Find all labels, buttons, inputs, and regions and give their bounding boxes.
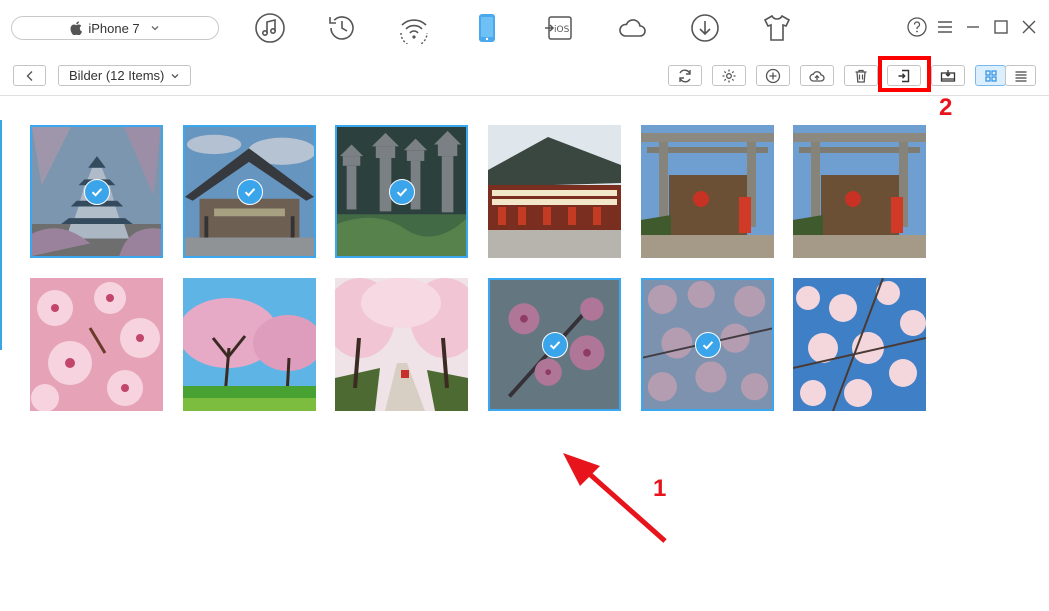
delete-button[interactable]: [844, 65, 878, 86]
menu-icon[interactable]: [935, 17, 955, 37]
settings-button[interactable]: [712, 65, 746, 86]
photo-item[interactable]: [793, 278, 926, 411]
checkmark-icon: [83, 178, 110, 205]
apple-icon: [70, 21, 83, 35]
album-title: Bilder (12 Items): [69, 68, 165, 83]
photo-item[interactable]: [488, 125, 621, 258]
ios-label: iOS: [554, 25, 570, 35]
checkmark-icon: [541, 331, 568, 358]
download-icon[interactable]: [687, 10, 723, 46]
annotation-step-1: 1: [653, 475, 667, 502]
grid-view-icon: [984, 69, 997, 82]
cloud-upload-icon: [809, 70, 825, 82]
settings-icon: [722, 69, 736, 82]
photo-item[interactable]: [641, 278, 774, 411]
window-controls: [907, 17, 1039, 37]
list-view-icon: [1015, 70, 1026, 82]
photo-item[interactable]: [335, 278, 468, 411]
photo-blossom-closeup: [30, 278, 163, 411]
photo-blossom-path: [335, 278, 468, 411]
checkmark-icon: [388, 178, 415, 205]
chevron-down-icon: [151, 26, 159, 31]
checkmark-icon: [236, 178, 263, 205]
photo-item[interactable]: [641, 125, 774, 258]
send-to-device-icon: [940, 69, 956, 82]
cloud-icon[interactable]: [614, 10, 650, 46]
photo-item[interactable]: [30, 278, 163, 411]
refresh-button[interactable]: [668, 65, 702, 86]
chevron-left-icon: [26, 70, 32, 81]
photo-torii: [793, 125, 926, 258]
photo-item[interactable]: [488, 278, 621, 411]
highlight-box: [878, 56, 931, 92]
photo-blossom-trees: [183, 278, 316, 411]
refresh-icon: [679, 69, 691, 82]
cloud-upload-button[interactable]: [800, 65, 834, 86]
history-icon[interactable]: [324, 10, 360, 46]
help-icon[interactable]: [907, 17, 927, 37]
list-view-button[interactable]: [1005, 65, 1036, 86]
minimize-icon[interactable]: [963, 17, 983, 37]
annotation-step-2: 2: [939, 94, 953, 121]
device-name: iPhone 7: [88, 20, 140, 36]
device-selector[interactable]: iPhone 7: [11, 16, 219, 40]
photo-item[interactable]: [183, 278, 316, 411]
send-to-device-button[interactable]: [931, 65, 965, 86]
back-button[interactable]: [13, 65, 46, 86]
close-icon[interactable]: [1019, 17, 1039, 37]
grid-view-button[interactable]: [975, 65, 1006, 86]
maximize-icon[interactable]: [991, 17, 1011, 37]
add-button[interactable]: [756, 65, 790, 86]
left-accent-bar: [0, 120, 2, 350]
checkmark-icon: [694, 331, 721, 358]
photo-item[interactable]: [793, 125, 926, 258]
phone-icon[interactable]: [469, 10, 505, 46]
wifi-sync-icon[interactable]: [396, 10, 432, 46]
music-icon[interactable]: [252, 10, 288, 46]
chevron-down-icon: [171, 73, 179, 78]
delete-icon: [855, 69, 867, 83]
photo-temple: [488, 125, 621, 258]
photo-item[interactable]: [30, 125, 163, 258]
photo-blossom-sky: [793, 278, 926, 411]
ios-mover-icon[interactable]: iOS: [541, 10, 577, 46]
photo-item[interactable]: [183, 125, 316, 258]
top-bar: iPhone 7 iOS: [0, 0, 1049, 59]
photo-torii: [641, 125, 774, 258]
tshirt-icon[interactable]: [759, 10, 795, 46]
add-icon: [765, 68, 781, 83]
album-selector[interactable]: Bilder (12 Items): [58, 65, 192, 86]
photo-item[interactable]: [335, 125, 468, 258]
